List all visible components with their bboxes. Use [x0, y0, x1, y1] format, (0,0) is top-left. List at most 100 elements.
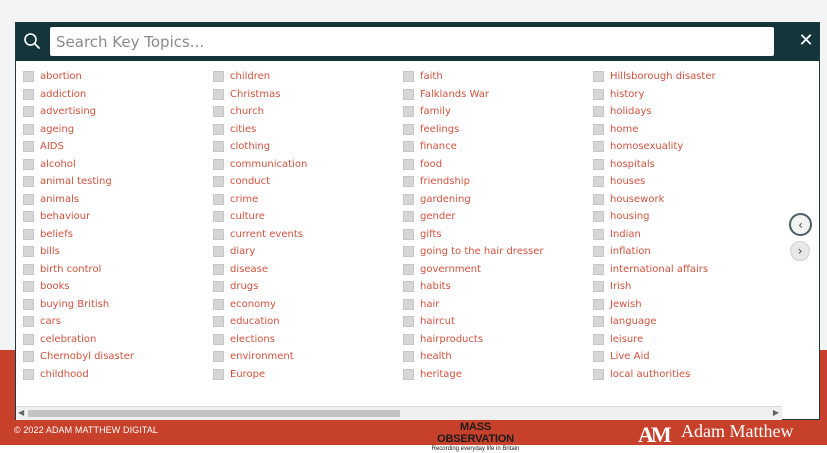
topic-label[interactable]: diary [230, 246, 255, 257]
topic-checkbox[interactable] [213, 333, 224, 345]
topic-label[interactable]: advertising [40, 106, 96, 117]
topic-checkbox[interactable] [593, 158, 604, 170]
topic-item[interactable]: hairproducts [403, 331, 588, 349]
topic-label[interactable]: environment [230, 351, 294, 362]
topic-label[interactable]: clothing [230, 141, 270, 152]
topic-label[interactable]: international affairs [610, 264, 708, 275]
topic-checkbox[interactable] [403, 333, 414, 345]
topic-item[interactable]: communication [213, 156, 398, 174]
topic-item[interactable]: hair [403, 296, 588, 314]
topic-item[interactable]: Live Aid [593, 348, 778, 366]
topic-label[interactable]: language [610, 316, 657, 327]
topic-item[interactable]: inflation [593, 243, 778, 261]
topic-checkbox[interactable] [403, 316, 414, 328]
topic-item[interactable]: childhood [23, 366, 208, 384]
previous-page-button[interactable]: ‹ [789, 213, 812, 236]
topic-checkbox[interactable] [213, 316, 224, 328]
topic-item[interactable]: diary [213, 243, 398, 261]
topic-item[interactable]: drugs [213, 278, 398, 296]
topic-label[interactable]: bills [40, 246, 60, 257]
topic-item[interactable]: clothing [213, 138, 398, 156]
topic-label[interactable]: finance [420, 141, 457, 152]
topic-label[interactable]: drugs [230, 281, 258, 292]
topic-checkbox[interactable] [23, 368, 34, 380]
topic-label[interactable]: government [420, 264, 481, 275]
topic-label[interactable]: buying British [40, 299, 109, 310]
topic-checkbox[interactable] [23, 281, 34, 293]
topic-item[interactable]: family [403, 103, 588, 121]
scrollbar-thumb[interactable] [28, 410, 400, 417]
topic-checkbox[interactable] [593, 316, 604, 328]
close-icon[interactable]: ✕ [794, 29, 818, 53]
topic-item[interactable]: Irish [593, 278, 778, 296]
topic-item[interactable]: food [403, 156, 588, 174]
topic-label[interactable]: holidays [610, 106, 652, 117]
topic-label[interactable]: books [40, 281, 70, 292]
topic-item[interactable]: culture [213, 208, 398, 226]
topic-label[interactable]: Europe [230, 369, 265, 380]
topic-item[interactable]: behaviour [23, 208, 208, 226]
topic-label[interactable]: economy [230, 299, 276, 310]
topic-label[interactable]: gifts [420, 229, 442, 240]
topic-checkbox[interactable] [23, 88, 34, 100]
topic-label[interactable]: conduct [230, 176, 270, 187]
topic-checkbox[interactable] [23, 193, 34, 205]
topic-item[interactable]: AIDS [23, 138, 208, 156]
topic-item[interactable]: friendship [403, 173, 588, 191]
topic-checkbox[interactable] [403, 71, 414, 83]
topic-item[interactable]: cars [23, 313, 208, 331]
topic-item[interactable]: church [213, 103, 398, 121]
scroll-left-icon[interactable]: ◀ [18, 408, 24, 417]
topic-checkbox[interactable] [213, 141, 224, 153]
topic-label[interactable]: AIDS [40, 141, 64, 152]
topic-label[interactable]: crime [230, 194, 258, 205]
topic-checkbox[interactable] [593, 263, 604, 275]
topic-label[interactable]: celebration [40, 334, 96, 345]
topic-item[interactable]: habits [403, 278, 588, 296]
topic-checkbox[interactable] [23, 351, 34, 363]
topic-item[interactable]: beliefs [23, 226, 208, 244]
topic-checkbox[interactable] [593, 246, 604, 258]
topic-label[interactable]: family [420, 106, 451, 117]
topic-label[interactable]: behaviour [40, 211, 90, 222]
topic-item[interactable]: abortion [23, 68, 208, 86]
topic-item[interactable]: ageing [23, 121, 208, 139]
topic-label[interactable]: hairproducts [420, 334, 483, 345]
topic-checkbox[interactable] [213, 246, 224, 258]
topic-item[interactable]: children [213, 68, 398, 86]
topic-label[interactable]: habits [420, 281, 451, 292]
topic-label[interactable]: heritage [420, 369, 462, 380]
scroll-right-icon[interactable]: ▶ [773, 408, 779, 417]
topic-label[interactable]: Live Aid [610, 351, 650, 362]
topic-label[interactable]: Hillsborough disaster [610, 71, 716, 82]
topic-label[interactable]: church [230, 106, 264, 117]
topic-label[interactable]: leisure [610, 334, 643, 345]
topic-item[interactable]: houses [593, 173, 778, 191]
topic-item[interactable]: elections [213, 331, 398, 349]
topic-checkbox[interactable] [593, 106, 604, 118]
topic-checkbox[interactable] [213, 228, 224, 240]
topic-label[interactable]: communication [230, 159, 307, 170]
topic-item[interactable]: advertising [23, 103, 208, 121]
topic-item[interactable]: Chernobyl disaster [23, 348, 208, 366]
topic-label[interactable]: hair [420, 299, 439, 310]
topic-checkbox[interactable] [213, 123, 224, 135]
topic-label[interactable]: Jewish [610, 299, 642, 310]
topic-checkbox[interactable] [593, 333, 604, 345]
topic-item[interactable]: local authorities [593, 366, 778, 384]
topic-checkbox[interactable] [213, 351, 224, 363]
topic-item[interactable]: government [403, 261, 588, 279]
topic-checkbox[interactable] [23, 158, 34, 170]
topic-checkbox[interactable] [403, 368, 414, 380]
topic-label[interactable]: hospitals [610, 159, 655, 170]
topic-checkbox[interactable] [213, 88, 224, 100]
topic-item[interactable]: gardening [403, 191, 588, 209]
topic-item[interactable]: economy [213, 296, 398, 314]
topic-checkbox[interactable] [213, 176, 224, 188]
topic-checkbox[interactable] [593, 211, 604, 223]
topic-checkbox[interactable] [23, 211, 34, 223]
topic-label[interactable]: inflation [610, 246, 651, 257]
topic-item[interactable]: disease [213, 261, 398, 279]
topic-checkbox[interactable] [23, 123, 34, 135]
topic-checkbox[interactable] [403, 176, 414, 188]
